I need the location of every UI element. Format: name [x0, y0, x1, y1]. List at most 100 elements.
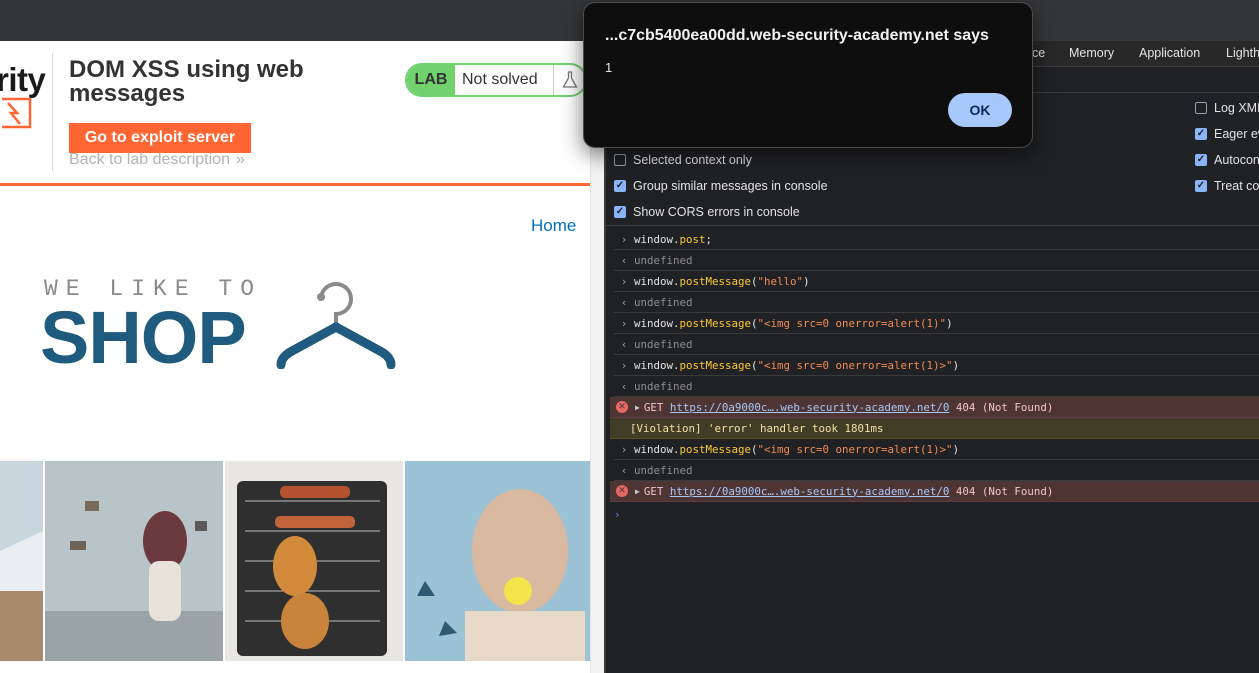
result-arrow-icon: ‹	[620, 295, 628, 309]
error-url-link[interactable]: https://0a9000c….web-security-academy.ne…	[670, 485, 950, 498]
console-input-row[interactable]: › window. post;	[614, 229, 1259, 250]
expand-triangle-icon[interactable]: ▶	[635, 487, 640, 496]
result-arrow-icon: ‹	[620, 337, 628, 351]
console-input-row[interactable]: › window. postMessage("hello")	[614, 271, 1259, 292]
show-cors-errors-checkbox[interactable]: ✓ Show CORS errors in console	[614, 205, 800, 219]
checkbox-checked-icon: ✓	[614, 180, 626, 192]
result-arrow-icon: ‹	[620, 253, 628, 267]
alert-dialog: ...c7cb5400ea00dd.web-security-academy.n…	[583, 2, 1033, 148]
back-to-lab-description-link[interactable]: Back to lab description »	[69, 151, 245, 169]
academy-logo-text[interactable]: rity	[0, 61, 46, 99]
header-divider	[52, 53, 53, 171]
tab-performance[interactable]: ce	[1032, 46, 1045, 60]
prompt-chevron-icon: ›	[614, 507, 621, 521]
console-error-row[interactable]: ✕ ▶ GET https://0a9000c….web-security-ac…	[610, 397, 1259, 418]
product-image-1[interactable]	[0, 461, 43, 661]
input-chevron-icon: ›	[620, 232, 628, 246]
error-url-link[interactable]: https://0a9000c….web-security-academy.ne…	[670, 401, 950, 414]
code-object: window.	[634, 274, 680, 288]
console-result-row: ‹ undefined	[614, 334, 1259, 355]
console-prompt[interactable]: ›	[614, 502, 1259, 526]
expand-triangle-icon[interactable]: ▶	[635, 403, 640, 412]
console-error-row[interactable]: ✕ ▶ GET https://0a9000c….web-security-ac…	[610, 481, 1259, 502]
autocomplete-checkbox[interactable]: ✓ Autocon	[1195, 153, 1259, 167]
result-value: undefined	[634, 337, 693, 351]
lab-page: rity DOM XSS using web messages Go to ex…	[0, 41, 604, 673]
selected-context-only-checkbox[interactable]: Selected context only	[614, 153, 752, 167]
tab-memory[interactable]: Memory	[1069, 46, 1114, 60]
input-chevron-icon: ›	[620, 316, 628, 330]
console-input-row[interactable]: › window. postMessage("<img src=0 onerror…	[614, 313, 1259, 334]
code-string: "<img src=0 onerror=alert(1)>"	[757, 442, 953, 456]
error-method: GET	[643, 400, 664, 414]
code-string: "<img src=0 onerror=alert(1)"	[757, 316, 947, 330]
checkbox-checked-icon: ✓	[614, 206, 626, 218]
code-punct: )	[952, 358, 960, 372]
result-value: undefined	[634, 463, 693, 477]
checkbox-label: Treat co	[1214, 179, 1259, 193]
group-similar-messages-checkbox[interactable]: ✓ Group similar messages in console	[614, 179, 828, 193]
lab-status-badge: LAB Not solved	[405, 63, 587, 97]
code-object: window.	[634, 442, 680, 456]
lab-status-text: Not solved	[462, 71, 538, 88]
checkbox-checked-icon: ✓	[1195, 180, 1207, 192]
violation-text: [Violation] 'error' handler took 1801ms	[630, 421, 884, 435]
code-property: postMessage	[679, 274, 752, 288]
ok-button[interactable]: OK	[948, 93, 1012, 127]
header-rule	[0, 183, 590, 186]
code-punct: ;	[705, 232, 713, 246]
dialog-title: ...c7cb5400ea00dd.web-security-academy.n…	[605, 27, 989, 44]
back-link-label: Back to lab description	[69, 151, 230, 168]
error-method: GET	[643, 484, 664, 498]
hanger-icon	[276, 282, 396, 369]
product-image-4[interactable]	[405, 461, 590, 661]
checkbox-unchecked-icon	[1195, 102, 1207, 114]
treat-code-evaluation-checkbox[interactable]: ✓ Treat co	[1195, 179, 1259, 193]
code-property: postMessage	[679, 316, 752, 330]
academy-logo-bolt-icon[interactable]	[0, 97, 32, 129]
code-property: postMessage	[679, 442, 752, 456]
input-chevron-icon: ›	[620, 358, 628, 372]
console-result-row: ‹ undefined	[614, 250, 1259, 271]
eager-evaluation-checkbox[interactable]: ✓ Eager ev	[1195, 127, 1259, 141]
code-string: "hello"	[757, 274, 804, 288]
code-punct: )	[946, 316, 953, 330]
shop-logo-title: SHOP	[40, 296, 247, 379]
console-violation-row: [Violation] 'error' handler took 1801ms	[610, 418, 1259, 439]
product-image-2[interactable]	[45, 461, 223, 661]
code-punct: )	[803, 274, 810, 288]
code-punct: )	[952, 442, 960, 456]
checkbox-unchecked-icon	[614, 154, 626, 166]
error-icon: ✕	[616, 401, 628, 413]
code-object: window.	[634, 358, 680, 372]
input-chevron-icon: ›	[620, 274, 628, 288]
tab-application[interactable]: Application	[1139, 46, 1200, 60]
tab-lighthouse[interactable]: Lighth	[1226, 46, 1259, 60]
input-chevron-icon: ›	[620, 442, 628, 456]
code-property: postMessage	[679, 358, 752, 372]
code-object: window.	[634, 316, 680, 330]
checkbox-label: Eager ev	[1214, 127, 1259, 141]
console-input-row[interactable]: › window. postMessage("<img src=0 onerror…	[614, 355, 1259, 376]
console-input-row[interactable]: › window. postMessage("<img src=0 onerror…	[614, 439, 1259, 460]
go-to-exploit-server-button[interactable]: Go to exploit server	[69, 123, 251, 153]
error-status: 404 (Not Found)	[955, 400, 1054, 414]
error-icon: ✕	[616, 485, 628, 497]
nav-home-link[interactable]: Home	[531, 216, 576, 236]
result-value: undefined	[634, 295, 693, 309]
checkbox-label: Selected context only	[633, 153, 752, 167]
code-object: window.	[634, 232, 680, 246]
chevron-right-icon: »	[235, 151, 245, 168]
settings-divider	[606, 225, 1259, 226]
log-xml-checkbox[interactable]: Log XML	[1195, 101, 1259, 115]
result-value: undefined	[634, 253, 693, 267]
console-result-row: ‹ undefined	[614, 460, 1259, 481]
console-output: › window. post; ‹ undefined › window. postM…	[606, 229, 1259, 526]
console-result-row: ‹ undefined	[614, 376, 1259, 397]
result-arrow-icon: ‹	[620, 463, 628, 477]
checkbox-checked-icon: ✓	[1195, 154, 1207, 166]
code-string: "<img src=0 onerror=alert(1)>"	[757, 358, 953, 372]
dialog-message: 1	[605, 60, 613, 75]
checkbox-label: Group similar messages in console	[633, 179, 828, 193]
product-image-3[interactable]	[225, 461, 403, 661]
